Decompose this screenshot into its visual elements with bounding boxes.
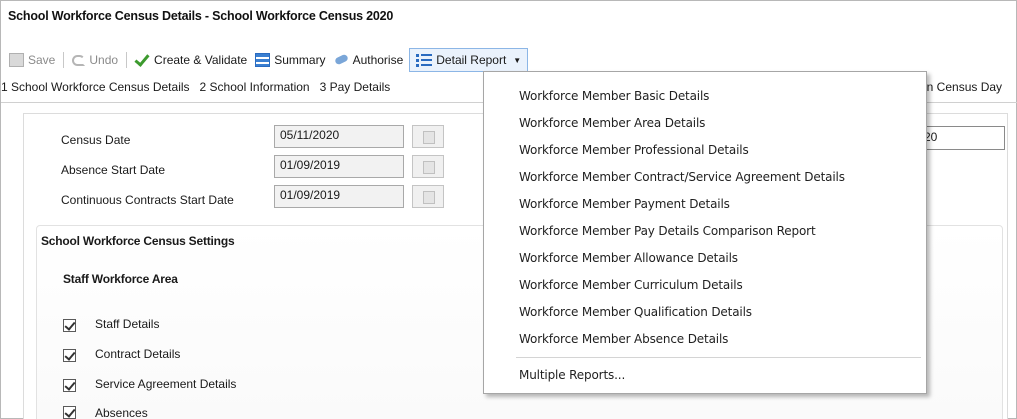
census-date-field[interactable]: 05/11/2020 xyxy=(274,125,404,148)
tab-pay-details[interactable]: 3 Pay Details xyxy=(320,80,391,94)
tab-on-census-day[interactable]: on Census Day xyxy=(920,80,1002,94)
toolbar-separator xyxy=(126,52,128,68)
continuous-contracts-calendar-button[interactable] xyxy=(412,185,444,208)
detail-report-button[interactable]: Detail Report ▼ xyxy=(409,48,529,72)
authorise-button[interactable]: Authorise xyxy=(330,49,408,71)
toolbar: Save Undo Create & Validate Summary Auth… xyxy=(5,48,529,72)
census-date-label: Census Date xyxy=(61,133,131,147)
create-validate-button[interactable]: Create & Validate xyxy=(131,49,251,71)
tab-school-workforce-census-details[interactable]: 1 School Workforce Census Details xyxy=(1,80,190,94)
summary-label: Summary xyxy=(274,53,326,67)
staff-details-checkbox[interactable] xyxy=(63,319,76,332)
detail-report-menu: Workforce Member Basic Details Workforce… xyxy=(483,71,927,394)
window-title: School Workforce Census Details - School… xyxy=(8,9,394,23)
checkmark-icon xyxy=(135,53,150,67)
section-tabs: 1 School Workforce Census Details 2 Scho… xyxy=(1,80,400,94)
save-button[interactable]: Save xyxy=(5,49,59,71)
menu-item-contract-service-agreement-details[interactable]: Workforce Member Contract/Service Agreem… xyxy=(519,170,845,184)
contract-details-checkbox[interactable] xyxy=(63,349,76,362)
authorise-label: Authorise xyxy=(352,53,404,67)
menu-separator xyxy=(516,357,921,358)
create-validate-label: Create & Validate xyxy=(154,53,248,67)
menu-item-multiple-reports[interactable]: Multiple Reports... xyxy=(519,368,625,382)
menu-item-professional-details[interactable]: Workforce Member Professional Details xyxy=(519,143,749,157)
menu-item-qualification-details[interactable]: Workforce Member Qualification Details xyxy=(519,305,752,319)
menu-item-curriculum-details[interactable]: Workforce Member Curriculum Details xyxy=(519,278,743,292)
save-icon xyxy=(9,53,24,67)
absence-start-date-field[interactable]: 01/09/2019 xyxy=(274,155,404,178)
save-label: Save xyxy=(28,53,56,67)
menu-item-payment-details[interactable]: Workforce Member Payment Details xyxy=(519,197,730,211)
detail-report-label: Detail Report xyxy=(436,53,507,67)
menu-item-allowance-details[interactable]: Workforce Member Allowance Details xyxy=(519,251,738,265)
summary-button[interactable]: Summary xyxy=(251,49,329,71)
undo-icon xyxy=(72,54,86,66)
authorise-icon xyxy=(334,53,349,67)
absence-start-date-label: Absence Start Date xyxy=(61,163,166,177)
census-settings-title: School Workforce Census Settings xyxy=(41,234,235,248)
list-icon xyxy=(416,53,433,67)
menu-item-absence-details[interactable]: Workforce Member Absence Details xyxy=(519,332,728,346)
undo-label: Undo xyxy=(89,53,119,67)
absences-label: Absences xyxy=(95,406,148,419)
tab-school-information[interactable]: 2 School Information xyxy=(200,80,310,94)
continuous-contracts-start-date-label: Continuous Contracts Start Date xyxy=(61,193,234,207)
continuous-contracts-start-date-field[interactable]: 01/09/2019 xyxy=(274,185,404,208)
right-input-field[interactable]: 20 xyxy=(919,126,1005,150)
contract-details-label: Contract Details xyxy=(95,347,181,361)
staff-details-label: Staff Details xyxy=(95,317,160,331)
undo-button[interactable]: Undo xyxy=(68,49,122,71)
service-agreement-details-checkbox[interactable] xyxy=(63,379,76,392)
absence-start-date-calendar-button[interactable] xyxy=(412,155,444,178)
staff-workforce-area-title: Staff Workforce Area xyxy=(63,272,178,286)
toolbar-separator xyxy=(63,52,65,68)
menu-item-basic-details[interactable]: Workforce Member Basic Details xyxy=(519,89,709,103)
chevron-down-icon: ▼ xyxy=(513,55,522,65)
summary-icon xyxy=(255,53,271,67)
menu-item-pay-details-comparison-report[interactable]: Workforce Member Pay Details Comparison … xyxy=(519,224,816,238)
absences-checkbox[interactable] xyxy=(63,406,76,419)
census-date-calendar-button[interactable] xyxy=(412,125,444,148)
menu-item-area-details[interactable]: Workforce Member Area Details xyxy=(519,116,705,130)
census-window: School Workforce Census Details - School… xyxy=(0,0,1017,419)
service-agreement-details-label: Service Agreement Details xyxy=(95,377,237,391)
